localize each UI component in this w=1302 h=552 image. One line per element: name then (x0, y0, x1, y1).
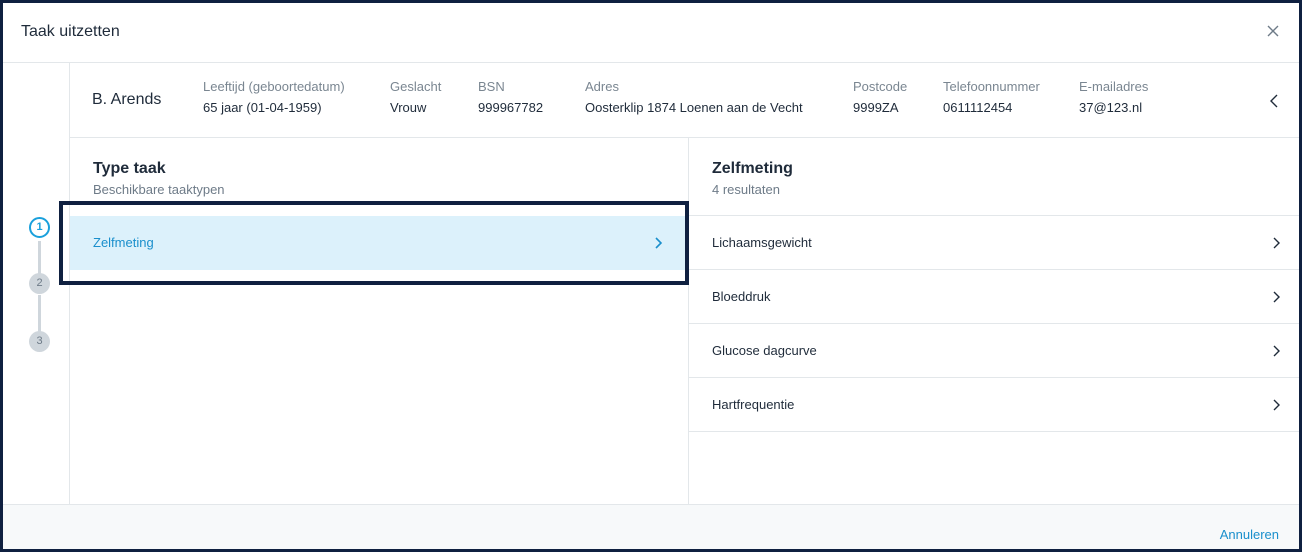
dialog-header: Taak uitzetten (3, 3, 1299, 63)
step-2[interactable]: 2 (29, 273, 50, 294)
list-item-glucose-dagcurve[interactable]: Glucose dagcurve (689, 324, 1299, 378)
field-label: Telefoonnummer (943, 79, 1040, 94)
list-item-label: Hartfrequentie (712, 397, 795, 412)
field-address: Adres Oosterklip 1874 Loenen aan de Vech… (585, 79, 803, 115)
panel-title: Zelfmeting (712, 160, 793, 177)
field-bsn: BSN 999967782 (478, 79, 543, 115)
list-item-bloeddruk[interactable]: Bloeddruk (689, 270, 1299, 324)
field-value: Oosterklip 1874 Loenen aan de Vecht (585, 100, 803, 115)
field-label: Postcode (853, 79, 908, 94)
list-item-lichaamsgewicht[interactable]: Lichaamsgewicht (689, 216, 1299, 270)
field-label: E-mailadres (1079, 79, 1149, 94)
chevron-right-icon (1273, 237, 1280, 249)
field-value: 999967782 (478, 100, 544, 115)
chevron-right-icon (655, 237, 663, 249)
chevron-right-icon (1273, 399, 1280, 411)
chevron-left-icon (1270, 94, 1278, 108)
chevron-right-icon (1273, 345, 1280, 357)
panel-title: Type taak (93, 160, 166, 177)
stepper: 1 2 3 (3, 63, 70, 504)
field-phone: Telefoonnummer 0611112454 (943, 79, 1040, 115)
chevron-right-icon (1273, 291, 1280, 303)
step-3[interactable]: 3 (29, 331, 50, 352)
cancel-button[interactable]: Annuleren (1220, 527, 1279, 542)
step-1[interactable]: 1 (29, 217, 50, 238)
field-postcode: Postcode 9999ZA (853, 79, 907, 115)
field-label: BSN (478, 79, 505, 94)
task-dialog: Taak uitzetten 1 2 3 B. Arends Leeftijd … (0, 0, 1302, 552)
close-icon (1267, 25, 1279, 37)
list-item-label: Glucose dagcurve (712, 343, 817, 358)
patient-name: B. Arends (92, 91, 162, 108)
close-button[interactable] (1263, 21, 1283, 41)
list-item-label: Bloeddruk (712, 289, 771, 304)
field-value: 0611112454 (943, 100, 1013, 115)
list-item-label: Zelfmeting (93, 235, 154, 250)
panel-subtitle: Beschikbare taaktypen (93, 182, 225, 197)
results-panel: Zelfmeting 4 resultaten Lichaamsgewicht … (689, 138, 1299, 504)
field-age: Leeftijd (geboortedatum) 65 jaar (01-04-… (203, 79, 345, 115)
task-type-panel: Type taak Beschikbare taaktypen Zelfmeti… (70, 138, 689, 504)
field-label: Leeftijd (geboortedatum) (203, 79, 345, 94)
dialog-title: Taak uitzetten (21, 23, 120, 40)
task-type-item-zelfmeting[interactable]: Zelfmeting (70, 216, 689, 270)
results-list: Lichaamsgewicht Bloeddruk Glucose dagcur… (689, 215, 1299, 432)
list-item-hartfrequentie[interactable]: Hartfrequentie (689, 378, 1299, 432)
field-value: 37@123.nl (1079, 100, 1143, 115)
field-value: 9999ZA (853, 100, 899, 115)
field-gender: Geslacht Vrouw (390, 79, 441, 115)
field-label: Adres (585, 79, 619, 94)
panel-subtitle: 4 resultaten (712, 182, 780, 197)
collapse-patient-button[interactable] (1265, 91, 1285, 111)
field-value: 65 jaar (01-04-1959) (203, 100, 322, 115)
dialog-footer: Annuleren (3, 504, 1299, 549)
field-email: E-mailadres 37@123.nl (1079, 79, 1148, 115)
patient-info-bar: B. Arends Leeftijd (geboortedatum) 65 ja… (70, 63, 1299, 138)
list-item-label: Lichaamsgewicht (712, 235, 812, 250)
field-value: Vrouw (390, 100, 427, 115)
field-label: Geslacht (390, 79, 442, 94)
